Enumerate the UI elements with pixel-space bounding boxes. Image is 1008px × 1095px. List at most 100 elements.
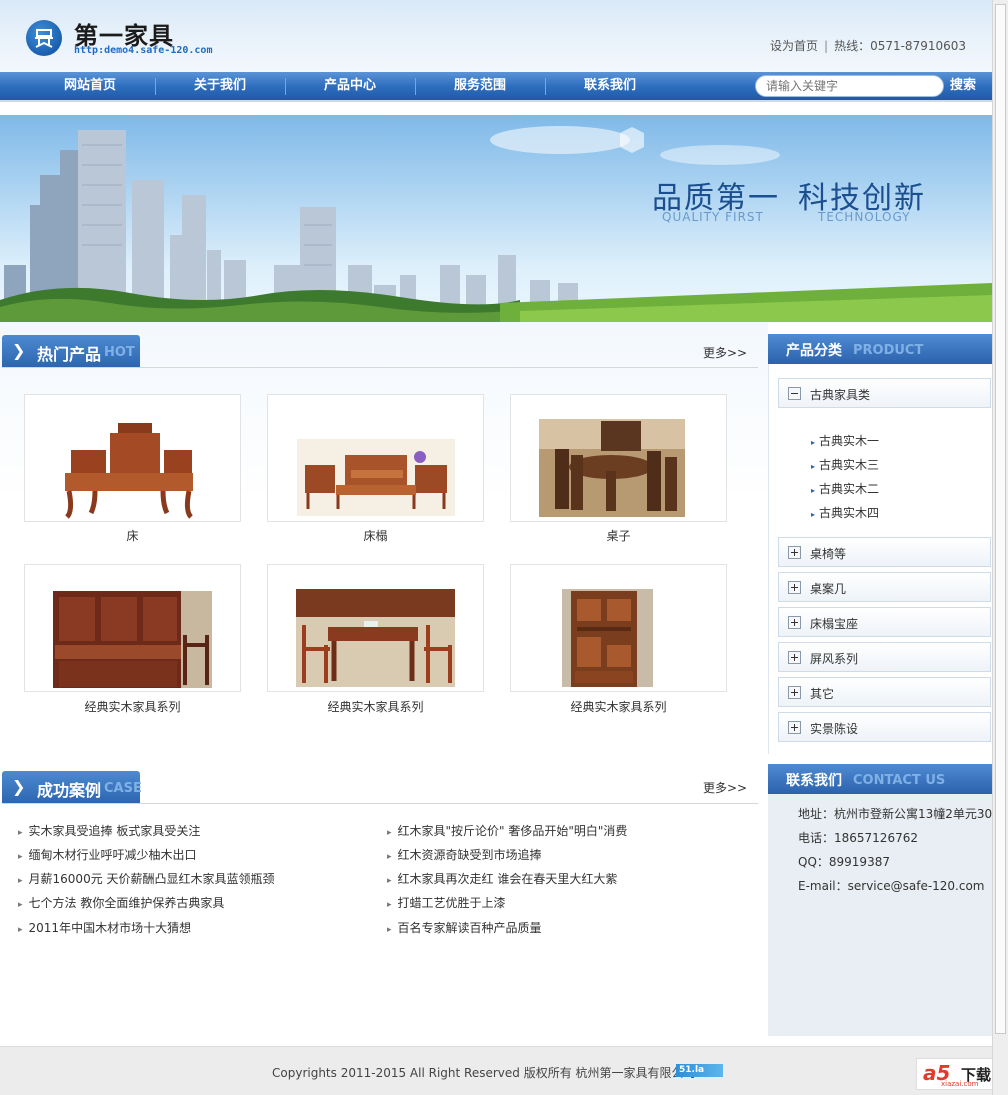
expand-icon[interactable] <box>788 651 801 664</box>
arrow-right-icon: ▸ <box>811 438 816 447</box>
nav-item-services[interactable]: 服务范围 <box>415 72 545 100</box>
nav-item-home[interactable]: 网站首页 <box>25 72 155 100</box>
bullet-icon: ▸ <box>18 876 23 886</box>
bullet-icon: ▸ <box>18 925 23 935</box>
logo-url: http:demo4.safe-120.com <box>74 45 213 56</box>
cases-header: ❯ 成功案例 CASE <box>2 771 142 803</box>
nav-item-contact[interactable]: 联系我们 <box>545 72 675 100</box>
list-item[interactable]: ▸ 七个方法 教你全面维护保养古典家具 <box>18 894 224 911</box>
chevron-right-icon: ❯ <box>12 341 26 360</box>
category-title-en: PRODUCT <box>853 343 924 358</box>
vertical-scrollbar[interactable] <box>992 0 1008 1095</box>
category-item[interactable]: 桌椅等 <box>778 537 991 567</box>
news-title[interactable]: 红木家具"按斤论价" 奢侈品开始"明白"消费 <box>398 824 628 838</box>
watermark-site: xiazai.com <box>941 1080 979 1088</box>
copyright-text: Copyrights 2011-2015 All Right Reserved … <box>272 1066 696 1080</box>
product-caption[interactable]: 床 <box>24 527 241 544</box>
product-card[interactable] <box>267 394 484 522</box>
news-title[interactable]: 红木家具再次走红 谁会在春天里大红大紫 <box>398 872 618 886</box>
product-card[interactable] <box>24 394 241 522</box>
contact-header: 联系我们 CONTACT US <box>768 764 992 794</box>
product-caption[interactable]: 床榻 <box>267 527 484 544</box>
list-item[interactable]: ▸ 红木家具"按斤论价" 奢侈品开始"明白"消费 <box>387 822 627 839</box>
category-item-classic[interactable]: 古典家具类 <box>778 378 991 408</box>
product-caption[interactable]: 经典实木家具系列 <box>267 698 484 715</box>
news-title[interactable]: 月薪16000元 天价薪酬凸显红木家具蓝领瓶颈 <box>29 872 275 886</box>
logo-icon[interactable] <box>26 20 62 56</box>
contact-title: 联系我们 <box>786 773 842 789</box>
expand-icon[interactable] <box>788 581 801 594</box>
product-caption[interactable]: 经典实木家具系列 <box>24 698 241 715</box>
news-title[interactable]: 百名专家解读百种产品质量 <box>398 921 542 935</box>
category-header: 产品分类 PRODUCT <box>768 334 992 364</box>
subcategory-item[interactable]: ▸ 古典实木三 <box>811 456 879 473</box>
hot-products-more-link[interactable]: 更多>> <box>703 344 747 361</box>
category-item[interactable]: 床榻宝座 <box>778 607 991 637</box>
site-footer: Copyrights 2011-2015 All Right Reserved … <box>0 1046 992 1095</box>
expand-icon[interactable] <box>788 686 801 699</box>
hero-banner: 品质第一 科技创新 QUALITY FIRST TECHNOLOGY <box>0 115 992 322</box>
product-card[interactable] <box>24 564 241 692</box>
category-item[interactable]: 桌案几 <box>778 572 991 602</box>
news-title[interactable]: 七个方法 教你全面维护保养古典家具 <box>29 896 225 910</box>
category-item[interactable]: 屏风系列 <box>778 642 991 672</box>
expand-icon[interactable] <box>788 616 801 629</box>
collapse-icon[interactable] <box>788 387 801 400</box>
product-image-display-shelf <box>562 589 653 687</box>
bullet-icon: ▸ <box>387 828 392 838</box>
subcategory-item[interactable]: ▸ 古典实木一 <box>811 432 879 449</box>
stats-badge[interactable]: 51.la <box>676 1064 723 1077</box>
product-caption[interactable]: 经典实木家具系列 <box>510 698 727 715</box>
bullet-icon: ▸ <box>18 852 23 862</box>
arrow-right-icon: ▸ <box>811 462 816 471</box>
hotline-text: 热线：0571-87910603 <box>834 39 967 53</box>
category-item[interactable]: 其它 <box>778 677 991 707</box>
hot-products-title: 热门产品 <box>37 345 102 364</box>
chevron-right-icon: ❯ <box>12 777 26 796</box>
expand-icon[interactable] <box>788 721 801 734</box>
news-title[interactable]: 红木资源奇缺受到市场追捧 <box>398 848 542 862</box>
search-input[interactable] <box>766 78 936 94</box>
list-item[interactable]: ▸ 实木家具受追捧 板式家具受关注 <box>18 822 200 839</box>
set-home-link[interactable]: 设为首页 <box>770 39 818 53</box>
category-list: 古典家具类 ▸ 古典实木一 ▸ 古典实木三 ▸ 古典实木二 ▸ 古典实木四 桌椅等 桌案… <box>768 364 992 754</box>
list-item[interactable]: ▸ 2011年中国木材市场十大猜想 <box>18 919 191 936</box>
news-title[interactable]: 2011年中国木材市场十大猜想 <box>29 921 192 935</box>
category-label: 桌椅等 <box>810 547 847 561</box>
divider <box>2 367 758 368</box>
search-button[interactable]: 搜索 <box>950 72 976 100</box>
category-label: 桌案几 <box>810 582 847 596</box>
product-caption[interactable]: 桌子 <box>510 527 727 544</box>
list-item[interactable]: ▸ 红木家具再次走红 谁会在春天里大红大紫 <box>387 870 617 887</box>
subcategory-item[interactable]: ▸ 古典实木二 <box>811 480 879 497</box>
news-title[interactable]: 打蜡工艺优胜于上漆 <box>398 896 506 910</box>
subcategory-item[interactable]: ▸ 古典实木四 <box>811 504 879 521</box>
list-item[interactable]: ▸ 缅甸木材行业呼吁减少柚木出口 <box>18 846 197 863</box>
category-label: 实景陈设 <box>810 722 859 736</box>
expand-icon[interactable] <box>788 546 801 559</box>
list-item[interactable]: ▸ 打蜡工艺优胜于上漆 <box>387 894 506 911</box>
scrollbar-thumb[interactable] <box>995 4 1006 1034</box>
list-item[interactable]: ▸ 红木资源奇缺受到市场追捧 <box>387 846 542 863</box>
nav-item-products[interactable]: 产品中心 <box>285 72 415 100</box>
product-image-dining-set <box>296 589 455 687</box>
nav-item-about[interactable]: 关于我们 <box>155 72 285 100</box>
list-item[interactable]: ▸ 百名专家解读百种产品质量 <box>387 919 542 936</box>
contact-info: 地址：杭州市登新公寓13幢2单元302 电话：18657126762 QQ：89… <box>768 794 1000 1036</box>
contact-email: E-mail：service@safe-120.com <box>798 879 985 893</box>
contact-phone: 电话：18657126762 <box>798 831 918 845</box>
list-item[interactable]: ▸ 月薪16000元 天价薪酬凸显红木家具蓝领瓶颈 <box>18 870 275 887</box>
category-label: 床榻宝座 <box>810 617 859 631</box>
product-card[interactable] <box>510 394 727 522</box>
category-label: 古典家具类 <box>810 388 871 402</box>
cases-title-en: CASE <box>104 781 142 796</box>
product-card[interactable] <box>267 564 484 692</box>
cases-more-link[interactable]: 更多>> <box>703 779 747 796</box>
product-image-daybed <box>297 439 455 516</box>
product-card[interactable] <box>510 564 727 692</box>
category-item[interactable]: 实景陈设 <box>778 712 991 742</box>
bullet-icon: ▸ <box>18 828 23 838</box>
main-nav: 网站首页 关于我们 产品中心 服务范围 联系我们 搜索 <box>0 72 992 102</box>
news-title[interactable]: 缅甸木材行业呼吁减少柚木出口 <box>29 848 197 862</box>
news-title[interactable]: 实木家具受追捧 板式家具受关注 <box>29 824 201 838</box>
